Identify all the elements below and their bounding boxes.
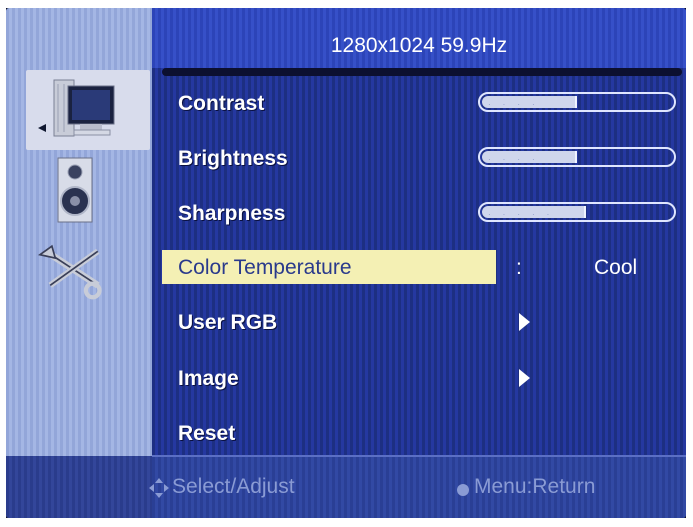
header: 1280x1024 59.9Hz <box>152 8 686 68</box>
footer: Select/Adjust Menu:Return <box>149 457 686 518</box>
frame-top <box>0 0 693 8</box>
menu-item-label: Contrast <box>178 92 265 115</box>
frame-bottom <box>0 518 693 527</box>
dot-icon <box>457 484 469 496</box>
menu-item-user-rgb[interactable]: User RGB <box>162 303 682 343</box>
menu-item-label: User RGB <box>178 311 278 334</box>
menu-item-contrast[interactable]: Contrast ···· <box>162 84 682 124</box>
menu-item-color-temperature[interactable]: Color Temperature : Cool <box>162 248 682 288</box>
color-temperature-value[interactable]: Cool <box>594 256 637 280</box>
menu-item-label: Sharpness <box>178 202 286 225</box>
menu-item-sharpness[interactable]: Sharpness ····· <box>162 194 682 234</box>
brightness-slider[interactable]: ···· <box>478 147 676 167</box>
sharpness-slider[interactable]: ····· <box>478 202 676 222</box>
contrast-slider[interactable]: ···· <box>478 92 676 112</box>
menu-item-label: Image <box>178 367 239 390</box>
slider-ticks: ···· <box>488 155 547 164</box>
menu-item-label: Color Temperature <box>178 256 352 279</box>
menu-item-image[interactable]: Image <box>162 359 682 399</box>
sidebar-footer <box>6 456 152 518</box>
value-separator: : <box>516 256 522 279</box>
footer-menu-return: Menu:Return <box>474 475 596 498</box>
menu-item-brightness[interactable]: Brightness ···· <box>162 139 682 179</box>
osd-menu: 1280x1024 59.9Hz Contrast ···· Brightnes… <box>6 8 686 518</box>
menu-item-label: Brightness <box>178 147 288 170</box>
footer-select-adjust: Select/Adjust <box>172 475 295 498</box>
frame-right <box>686 0 693 527</box>
resolution-label: 1280x1024 59.9Hz <box>330 34 508 57</box>
slider-ticks: ····· <box>488 210 562 219</box>
submenu-arrow-icon <box>519 369 530 387</box>
speaker-icon[interactable] <box>24 156 124 224</box>
monitor-icon[interactable] <box>24 76 124 144</box>
tools-icon[interactable] <box>24 236 124 304</box>
menu-item-label: Reset <box>178 422 236 445</box>
move-arrows-icon <box>149 478 169 498</box>
header-divider <box>162 68 682 76</box>
menu-item-reset[interactable]: Reset <box>162 414 682 454</box>
slider-ticks: ···· <box>488 100 547 109</box>
category-sidebar <box>6 8 152 518</box>
main-panel: 1280x1024 59.9Hz Contrast ···· Brightnes… <box>149 8 686 518</box>
submenu-arrow-icon <box>519 313 530 331</box>
